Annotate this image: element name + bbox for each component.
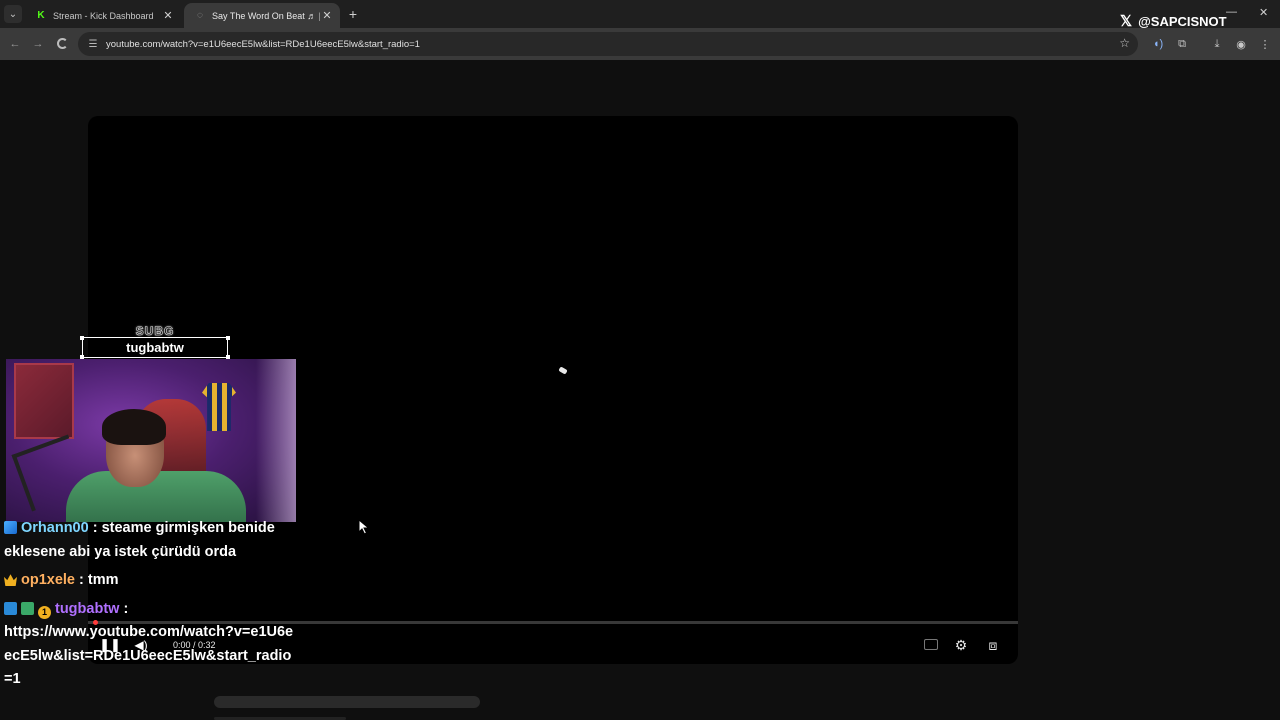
- tab-title: Stream - Kick Dashboard: [53, 10, 154, 21]
- chat-separator: :: [92, 520, 102, 536]
- subtitles-icon[interactable]: [924, 639, 938, 650]
- chat-message: Orhann00 : steame girmişken benide ekles…: [4, 517, 294, 564]
- sub-alert-username-box: tugbabtw: [82, 337, 228, 358]
- close-tab-icon[interactable]: ✕: [161, 9, 175, 23]
- video-title-placeholder: [214, 696, 480, 708]
- loading-icon: ◌: [197, 10, 203, 21]
- address-text: youtube.com/watch?v=e1U6eecE5lw&list=RDe…: [106, 38, 420, 50]
- verified-badge-icon: [21, 601, 34, 615]
- sub-alert-username: tugbabtw: [126, 340, 184, 355]
- x-logo-icon: 𝕏: [1120, 13, 1133, 30]
- overlay-social-handle: 𝕏 @SAPCISNOT: [1120, 10, 1227, 32]
- site-info-icon[interactable]: ☰: [86, 37, 100, 51]
- chat-separator: :: [79, 572, 88, 588]
- chat-username: Orhann00: [21, 520, 89, 536]
- menu-icon[interactable]: ⋮: [1257, 36, 1273, 52]
- minimize-icon[interactable]: —: [1226, 6, 1237, 18]
- chat-message: op1xele : tmm: [4, 569, 294, 593]
- profile-icon[interactable]: ◉: [1233, 36, 1249, 52]
- streamer-body: [66, 471, 246, 522]
- bookmark-star-icon[interactable]: ☆: [1119, 36, 1130, 50]
- settings-gear-icon[interactable]: ⚙: [952, 636, 970, 654]
- social-handle-text: @SAPCISNOT: [1138, 13, 1227, 29]
- browser-toolbar: ← → ☰ youtube.com/watch?v=e1U6eecE5lw&li…: [0, 28, 1280, 60]
- tab-search-button[interactable]: ⌄: [4, 5, 22, 23]
- subscriber-badge-icon: [4, 521, 17, 534]
- chat-username: tugbabtw: [55, 600, 120, 617]
- frame-corner: [226, 336, 230, 340]
- miniplayer-icon[interactable]: ⧈: [984, 636, 1002, 654]
- chat-text: https://www.youtube.com/watch?v=e1U6eecE…: [4, 624, 294, 687]
- loading-spinner-icon[interactable]: [57, 38, 68, 49]
- ring-light-glow: [256, 359, 296, 522]
- chat-username: op1xele: [21, 572, 75, 588]
- close-tab-icon[interactable]: ✕: [320, 9, 334, 23]
- address-bar[interactable]: ☰ youtube.com/watch?v=e1U6eecE5lw&list=R…: [78, 32, 1138, 56]
- chevron-down-icon: ⌄: [8, 8, 18, 20]
- new-tab-button[interactable]: +: [345, 6, 361, 22]
- kick-logo-icon: K: [37, 10, 45, 21]
- chat-text: tmm: [87, 572, 119, 588]
- tab-youtube[interactable]: ◌ Say The Word On Beat ♬ | Se ✕: [184, 3, 340, 28]
- live-indicator-dot: [93, 620, 98, 625]
- sub-alert-title: SUBG: [135, 324, 175, 339]
- crown-badge-icon: [4, 574, 17, 586]
- chat-separator: :: [123, 600, 129, 617]
- back-icon[interactable]: ←: [7, 36, 23, 52]
- sub-alert: SUBG tugbabtw: [80, 322, 230, 359]
- tab-title: Say The Word On Beat ♬ | Se: [212, 10, 320, 21]
- extensions-icon[interactable]: ⧉: [1174, 36, 1190, 52]
- frame-corner: [80, 336, 84, 340]
- streamer-hair: [102, 409, 166, 445]
- tab-kick-dashboard[interactable]: K Stream - Kick Dashboard ✕: [25, 3, 181, 28]
- broadcaster-badge-icon: [4, 601, 17, 615]
- wall-poster: [14, 363, 74, 439]
- chat-message: 1 tugbabtw : https://www.youtube.com/watc…: [4, 598, 294, 692]
- buffering-spinner-icon: [558, 366, 568, 375]
- close-window-icon[interactable]: ✕: [1259, 6, 1268, 19]
- sub-months-badge-icon: 1: [38, 605, 51, 619]
- forward-icon[interactable]: →: [30, 36, 46, 52]
- download-icon[interactable]: ⤓: [1209, 36, 1225, 52]
- stream-chat-overlay: Orhann00 : steame girmişken benide ekles…: [4, 517, 294, 697]
- wall-jersey: [202, 383, 236, 431]
- tab-strip: ⌄ K Stream - Kick Dashboard ✕ ◌ Say The …: [0, 0, 1280, 28]
- read-aloud-icon[interactable]: ◖): [1150, 36, 1166, 52]
- mouse-cursor-icon: [358, 519, 370, 535]
- webcam-feed: [6, 359, 296, 522]
